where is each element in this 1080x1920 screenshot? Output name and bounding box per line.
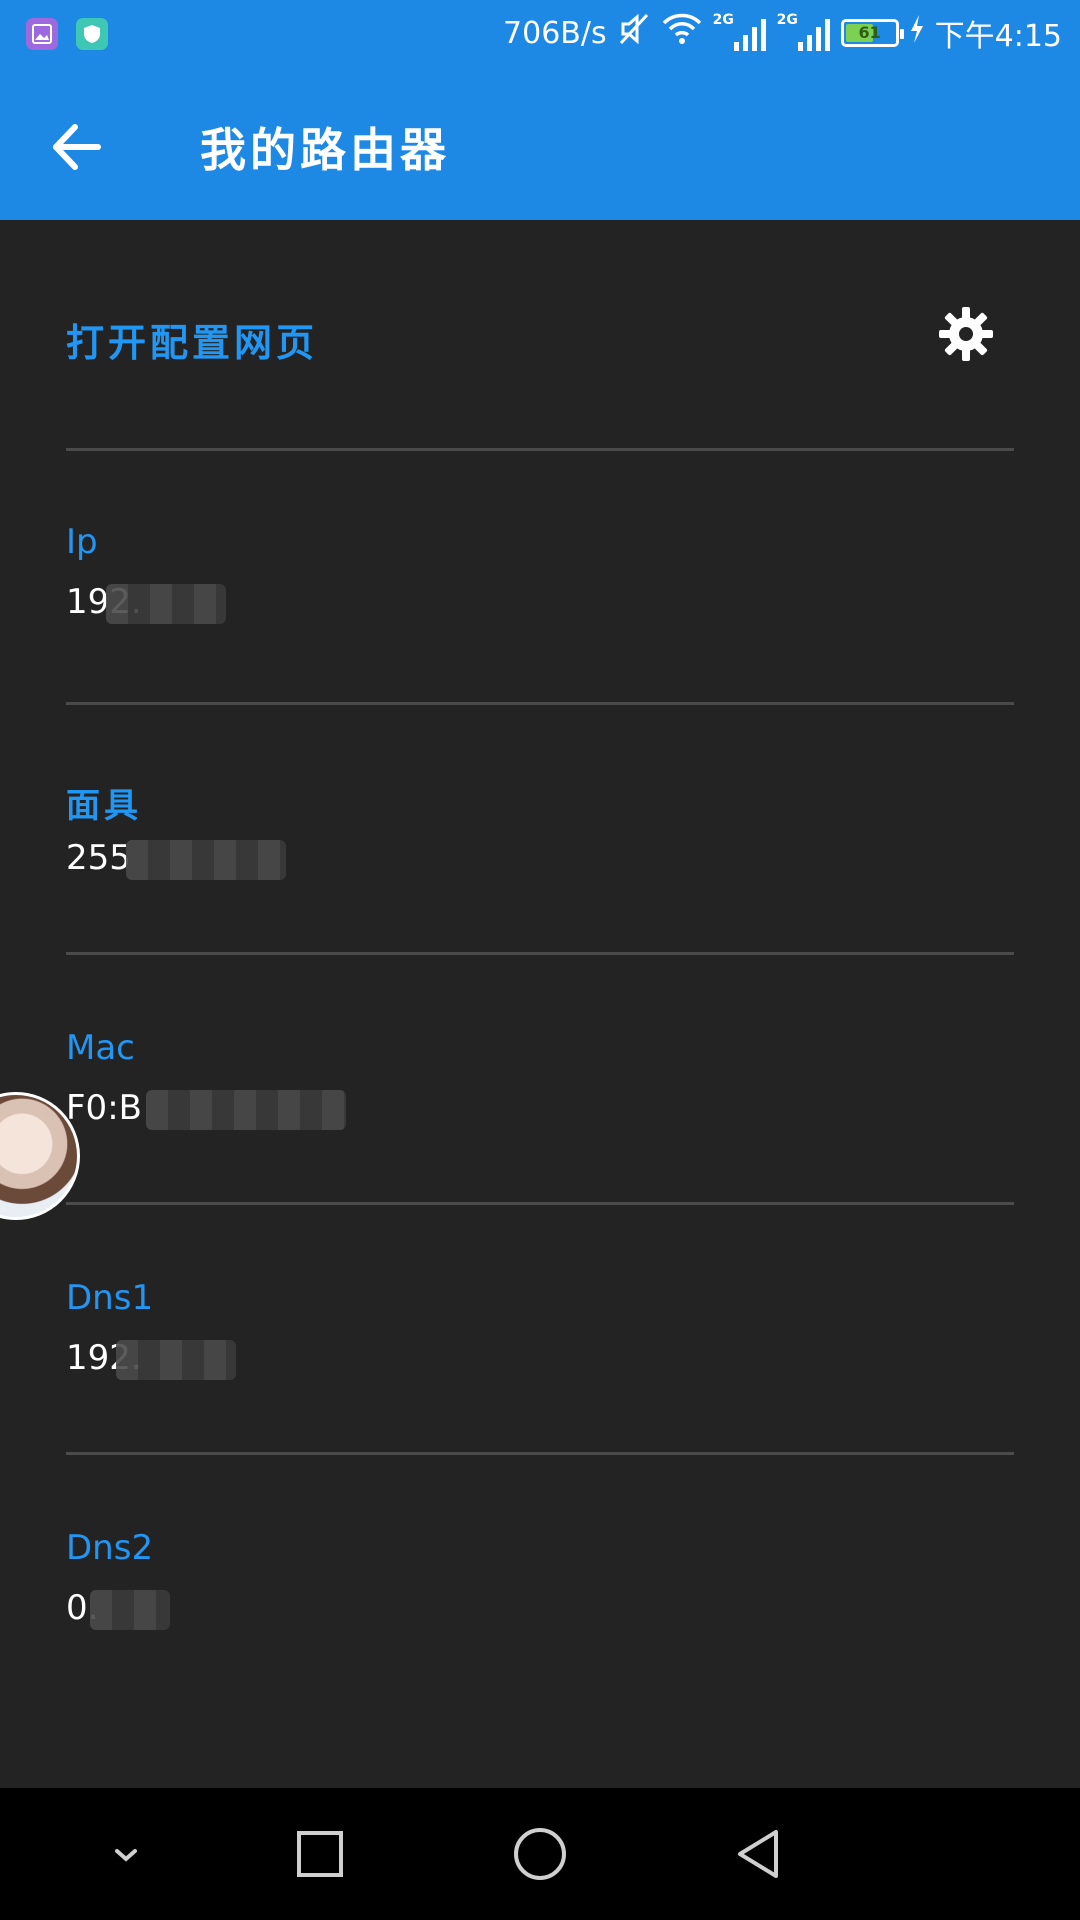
status-bar: 706B/s 2G 2G 61 下午4:15 bbox=[0, 0, 1080, 66]
router-info-list: 打开配置网页 Ip 192. 面具 255 Mac F0:B Dns1 192.… bbox=[0, 220, 1080, 1788]
field-value: 255 bbox=[66, 838, 131, 878]
field-label: Dns2 bbox=[66, 1528, 154, 1568]
signal-2: 2G bbox=[777, 12, 831, 54]
divider bbox=[66, 702, 1014, 705]
network-speed: 706B/s bbox=[503, 15, 607, 51]
page-title: 我的路由器 bbox=[200, 123, 450, 177]
signal-2-tag: 2G bbox=[776, 12, 798, 28]
field-ip: Ip 192. bbox=[66, 522, 1014, 702]
signal-bars-icon bbox=[733, 19, 766, 51]
field-mac: Mac F0:B bbox=[66, 1028, 1014, 1204]
divider bbox=[66, 1202, 1014, 1205]
signal-1-tag: 2G bbox=[712, 12, 734, 28]
field-label: Ip bbox=[66, 522, 98, 562]
gear-icon[interactable] bbox=[936, 304, 996, 364]
redacted-mask bbox=[146, 1090, 346, 1130]
shield-icon bbox=[76, 18, 108, 50]
chevron-down-button[interactable] bbox=[96, 1824, 156, 1884]
divider bbox=[66, 952, 1014, 955]
gallery-icon bbox=[26, 18, 58, 50]
field-label: 面具 bbox=[66, 786, 142, 826]
divider bbox=[66, 1452, 1014, 1455]
wifi-icon bbox=[661, 12, 703, 54]
charging-icon bbox=[909, 14, 925, 52]
back-triangle-icon bbox=[738, 1830, 778, 1878]
recent-apps-button[interactable] bbox=[290, 1824, 350, 1884]
status-indicators: 706B/s 2G 2G 61 下午4:15 bbox=[503, 10, 1062, 56]
redacted-mask bbox=[126, 840, 286, 880]
navigation-bar bbox=[0, 1788, 1080, 1920]
signal-1: 2G bbox=[713, 12, 767, 54]
redacted-mask bbox=[90, 1590, 170, 1630]
field-dns1: Dns1 192. bbox=[66, 1278, 1014, 1454]
home-button[interactable] bbox=[510, 1824, 570, 1884]
open-config-page-link[interactable]: 打开配置网页 bbox=[66, 312, 318, 367]
field-label: Dns1 bbox=[66, 1278, 154, 1318]
mute-icon bbox=[617, 11, 651, 55]
clock: 下午4:15 bbox=[934, 19, 1062, 54]
field-value: F0:B bbox=[66, 1088, 142, 1128]
divider bbox=[66, 448, 1014, 451]
chevron-down-icon bbox=[115, 1849, 137, 1862]
recent-apps-icon bbox=[297, 1831, 343, 1877]
signal-bars-icon bbox=[797, 19, 830, 51]
field-mask: 面具 255 bbox=[66, 778, 1014, 954]
open-config-page-row[interactable]: 打开配置网页 bbox=[66, 220, 1014, 448]
back-button[interactable] bbox=[40, 112, 110, 182]
redacted-mask bbox=[116, 1340, 236, 1380]
app-bar: 我的路由器 bbox=[0, 66, 1080, 220]
arrow-left-icon bbox=[53, 124, 101, 170]
redacted-mask bbox=[106, 584, 226, 624]
field-dns2: Dns2 0. bbox=[66, 1528, 1014, 1704]
back-nav-button[interactable] bbox=[730, 1824, 790, 1884]
home-icon bbox=[514, 1828, 566, 1880]
field-label: Mac bbox=[66, 1028, 135, 1068]
header: 706B/s 2G 2G 61 下午4:15 我的路由器 bbox=[0, 0, 1080, 220]
battery-icon: 61 bbox=[840, 19, 904, 47]
battery-level: 61 bbox=[858, 23, 881, 42]
battery-nub bbox=[899, 29, 904, 39]
